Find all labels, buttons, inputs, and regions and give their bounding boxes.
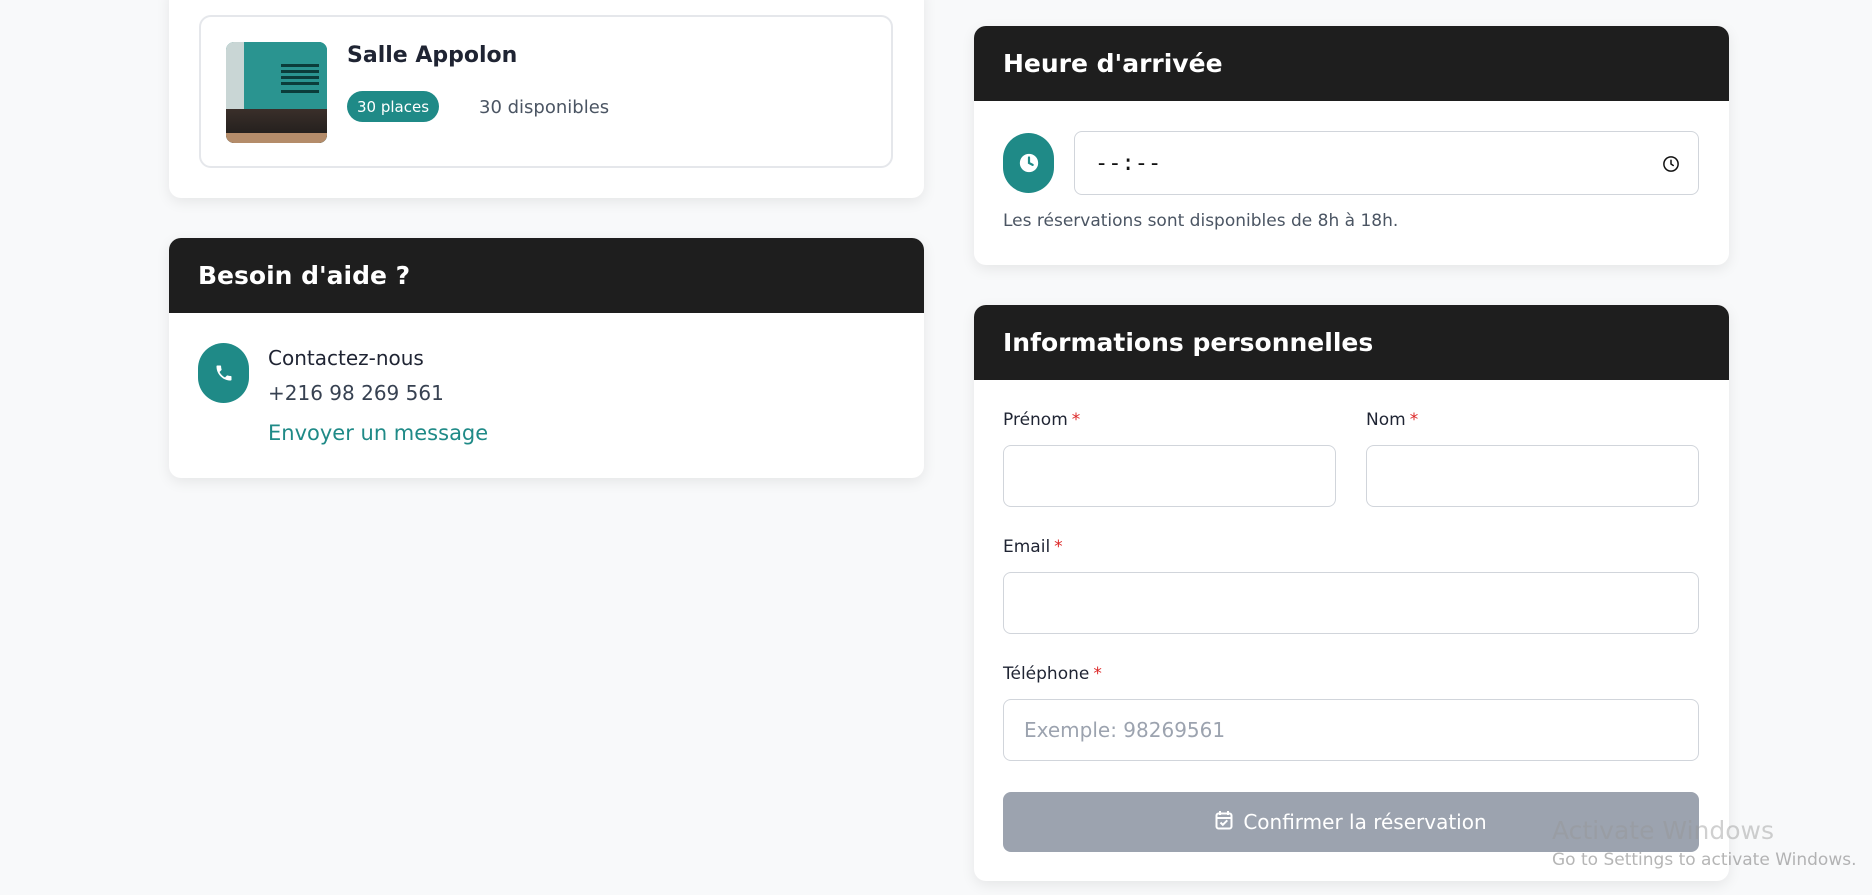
email-input[interactable] xyxy=(1003,572,1699,634)
lastname-label: Nom * xyxy=(1366,410,1419,430)
availability-text: 30 disponibles xyxy=(479,97,610,118)
calendar-check-icon xyxy=(1215,810,1233,835)
personal-info-card: Informations personnelles Prénom * Nom * E… xyxy=(974,305,1729,881)
lastname-input[interactable] xyxy=(1366,445,1699,507)
firstname-label: Prénom * xyxy=(1003,410,1081,430)
room-thumbnail xyxy=(226,42,327,143)
clock-icon xyxy=(1003,133,1054,193)
room-option[interactable]: Salle Appolon 30 places 30 disponibles xyxy=(199,15,893,168)
time-hint: Les réservations sont disponibles de 8h … xyxy=(1003,211,1399,231)
personal-card-title: Informations personnelles xyxy=(974,305,1729,380)
required-mark: * xyxy=(1071,410,1081,430)
required-mark: * xyxy=(1054,537,1063,557)
windows-activation-subtitle: Go to Settings to activate Windows. xyxy=(1552,850,1857,870)
phone-icon xyxy=(198,343,249,403)
capacity-badge: 30 places xyxy=(347,91,440,122)
help-card: Besoin d'aide ? Contactez-nous +216 98 2… xyxy=(169,238,924,478)
required-mark: * xyxy=(1409,410,1419,430)
send-message-link[interactable]: Envoyer un message xyxy=(268,421,488,445)
time-picker-icon[interactable] xyxy=(1662,154,1680,179)
time-value: --:-- xyxy=(1095,150,1162,176)
arrival-card-title: Heure d'arrivée xyxy=(974,26,1729,101)
contact-phone: +216 98 269 561 xyxy=(268,381,444,405)
help-card-title: Besoin d'aide ? xyxy=(169,238,924,313)
email-label: Email * xyxy=(1003,537,1063,557)
confirm-button-label: Confirmer la réservation xyxy=(1243,810,1487,834)
windows-activation-title: Activate Windows xyxy=(1552,816,1774,845)
arrival-time-input[interactable]: --:-- xyxy=(1074,131,1699,195)
phone-input[interactable] xyxy=(1003,699,1699,761)
contact-title: Contactez-nous xyxy=(268,346,424,370)
phone-label: Téléphone * xyxy=(1003,664,1102,684)
room-card: Salle Appolon 30 places 30 disponibles xyxy=(169,0,924,198)
room-name: Salle Appolon xyxy=(347,43,518,68)
required-mark: * xyxy=(1093,664,1102,684)
firstname-input[interactable] xyxy=(1003,445,1336,507)
arrival-time-card: Heure d'arrivée --:-- Les réservations s… xyxy=(974,26,1729,265)
